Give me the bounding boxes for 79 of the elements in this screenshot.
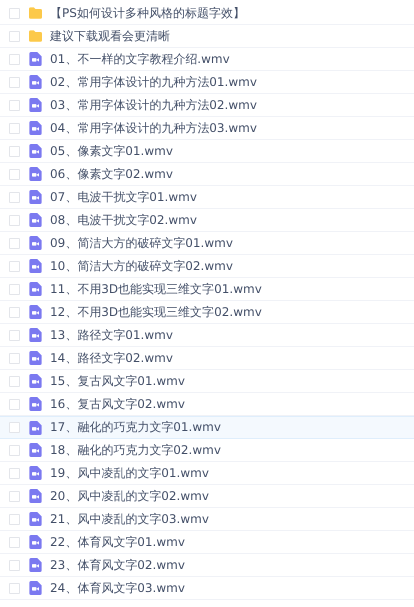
checkbox[interactable] bbox=[9, 214, 20, 226]
folder-icon bbox=[29, 29, 42, 43]
checkbox[interactable] bbox=[9, 398, 20, 410]
checkbox[interactable] bbox=[9, 284, 20, 294]
video-file-icon bbox=[29, 121, 42, 135]
checkbox[interactable] bbox=[9, 146, 20, 156]
file-name: 04、常用字体设计的九种方法03.wmv bbox=[50, 120, 257, 136]
checkbox[interactable] bbox=[9, 330, 20, 340]
file-name: 18、融化的巧克力文字02.wmv bbox=[50, 442, 221, 458]
file-name: 19、风中凌乱的文字01.wmv bbox=[50, 464, 209, 482]
video-file-icon bbox=[29, 512, 42, 526]
checkbox[interactable] bbox=[9, 560, 20, 570]
file-name: 07、电波干扰文字01.wmv bbox=[50, 188, 197, 206]
video-file-icon bbox=[29, 420, 42, 434]
video-file-icon bbox=[29, 328, 42, 342]
file-name: 10、简洁大方的破碎文字02.wmv bbox=[50, 258, 233, 274]
video-file-icon bbox=[29, 213, 42, 227]
checkbox[interactable] bbox=[9, 582, 20, 594]
file-name: 16、复古风文字02.wmv bbox=[50, 396, 185, 412]
file-name: 22、体育风文字01.wmv bbox=[50, 534, 185, 550]
video-file-icon bbox=[29, 558, 42, 572]
file-name: 21、风中凌乱的文字03.wmv bbox=[50, 510, 209, 528]
video-file-icon bbox=[29, 305, 42, 319]
file-name: 【PS如何设计多种风格的标题字效】 bbox=[50, 4, 245, 22]
video-file-icon bbox=[29, 167, 42, 181]
checkbox[interactable] bbox=[9, 468, 20, 478]
video-file-icon bbox=[29, 236, 42, 250]
video-file-icon bbox=[29, 282, 42, 296]
checkbox[interactable] bbox=[9, 376, 20, 386]
video-file-icon bbox=[29, 397, 42, 411]
checkbox[interactable] bbox=[9, 422, 20, 433]
video-file-icon bbox=[29, 259, 42, 273]
checkbox[interactable] bbox=[9, 54, 20, 64]
checkbox[interactable] bbox=[9, 444, 20, 456]
video-file-icon bbox=[29, 489, 42, 503]
file-name: 11、不用3D也能实现三维文字01.wmv bbox=[50, 280, 262, 298]
file-name: 17、融化的巧克力文字01.wmv bbox=[50, 419, 221, 436]
checkbox[interactable] bbox=[9, 100, 20, 110]
file-name: 08、电波干扰文字02.wmv bbox=[50, 212, 197, 228]
file-name: 23、体育风文字02.wmv bbox=[50, 556, 185, 574]
checkbox[interactable] bbox=[9, 352, 20, 364]
checkbox[interactable] bbox=[9, 490, 20, 502]
file-name: 20、风中凌乱的文字02.wmv bbox=[50, 488, 209, 504]
folder-icon bbox=[29, 6, 42, 20]
file-name: 14、路径文字02.wmv bbox=[50, 350, 173, 366]
checkbox[interactable] bbox=[9, 536, 20, 548]
file-name: 05、像素文字01.wmv bbox=[50, 142, 173, 160]
video-file-icon bbox=[29, 443, 42, 457]
checkbox[interactable] bbox=[9, 306, 20, 318]
file-name: 01、不一样的文字教程介绍.wmv bbox=[50, 50, 230, 68]
video-file-icon bbox=[29, 466, 42, 480]
video-file-icon bbox=[29, 144, 42, 158]
video-file-icon bbox=[29, 98, 42, 112]
checkbox[interactable] bbox=[9, 514, 20, 524]
file-name: 12、不用3D也能实现三维文字02.wmv bbox=[50, 304, 262, 320]
video-file-icon bbox=[29, 190, 42, 204]
checkbox[interactable] bbox=[9, 122, 20, 134]
file-name: 15、复古风文字01.wmv bbox=[50, 372, 185, 390]
checkbox[interactable] bbox=[9, 238, 20, 248]
file-name: 06、像素文字02.wmv bbox=[50, 166, 173, 182]
checkbox[interactable] bbox=[9, 76, 20, 88]
file-name: 13、路径文字01.wmv bbox=[50, 326, 173, 344]
file-name: 建议下载观看会更清晰 bbox=[50, 28, 170, 44]
file-name: 24、体育风文字03.wmv bbox=[50, 580, 185, 596]
checkbox[interactable] bbox=[9, 168, 20, 180]
video-file-icon bbox=[29, 581, 42, 595]
video-file-icon bbox=[29, 52, 42, 66]
checkbox[interactable] bbox=[9, 30, 20, 42]
checkbox[interactable] bbox=[9, 192, 20, 202]
file-row[interactable]: 17、融化的巧克力文字01.wmv bbox=[0, 416, 414, 439]
checkbox[interactable] bbox=[9, 260, 20, 272]
video-file-icon bbox=[29, 75, 42, 89]
video-file-icon bbox=[29, 374, 42, 388]
video-file-icon bbox=[29, 535, 42, 549]
file-name: 09、简洁大方的破碎文字01.wmv bbox=[50, 234, 233, 252]
file-name: 02、常用字体设计的九种方法01.wmv bbox=[50, 74, 257, 90]
checkbox[interactable] bbox=[9, 8, 20, 18]
file-name: 03、常用字体设计的九种方法02.wmv bbox=[50, 96, 257, 114]
video-file-icon bbox=[29, 351, 42, 365]
